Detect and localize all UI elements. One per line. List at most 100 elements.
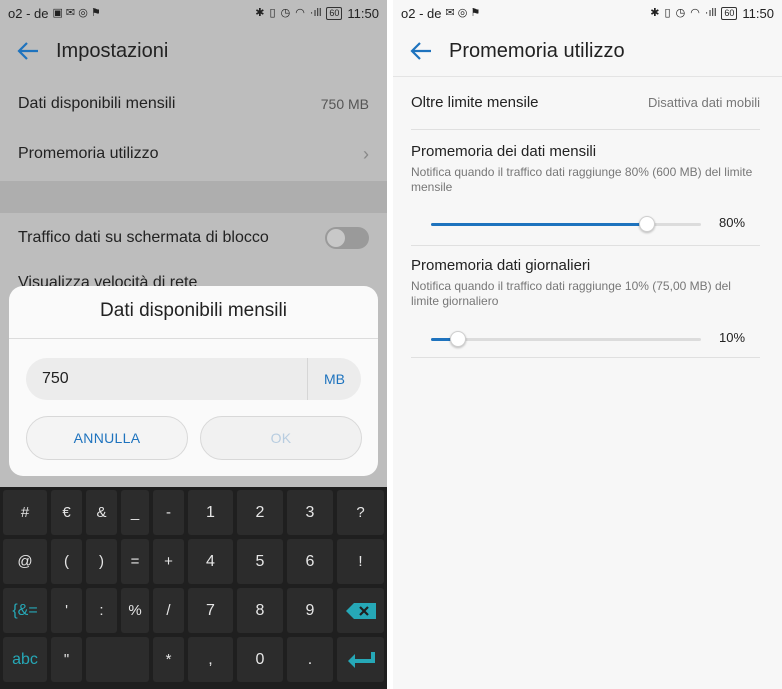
- key-5[interactable]: 5: [237, 539, 283, 584]
- signal-icon: ·ıll: [309, 6, 322, 19]
- key-4[interactable]: 4: [188, 539, 233, 584]
- key-3[interactable]: 3: [287, 490, 333, 535]
- bluetooth-icon: ✱: [255, 6, 265, 19]
- key-question[interactable]: ?: [337, 490, 384, 535]
- key-percent[interactable]: %: [121, 588, 149, 633]
- wifi-icon: ◠: [690, 6, 700, 19]
- key-hash[interactable]: #: [3, 490, 47, 535]
- daily-reminder-percent: 10%: [719, 330, 746, 345]
- key-equals[interactable]: =: [121, 539, 149, 584]
- monthly-data-label: Dati disponibili mensili: [18, 95, 176, 112]
- key-7[interactable]: 7: [188, 588, 233, 633]
- data-unit-selector[interactable]: MB: [307, 358, 361, 400]
- daily-reminder-slider[interactable]: [431, 331, 701, 347]
- alarm-icon: ◷: [675, 6, 686, 19]
- daily-reminder-section: Promemoria dati giornalieri Notifica qua…: [411, 257, 760, 309]
- key-at[interactable]: @: [3, 539, 47, 584]
- notification-icons: ▣ ✉ ◎ ⚑: [52, 6, 101, 19]
- data-amount-input[interactable]: 750 MB: [26, 358, 361, 400]
- backspace-key[interactable]: [337, 588, 384, 633]
- data-amount-value: 750: [42, 370, 69, 387]
- toggle-knob: [327, 229, 345, 247]
- key-euro[interactable]: €: [51, 490, 82, 535]
- daily-reminder-title: Promemoria dati giornalieri: [411, 257, 591, 274]
- key-minus[interactable]: -: [153, 490, 184, 535]
- back-arrow-icon: [17, 42, 38, 60]
- key-paren-close[interactable]: ): [86, 539, 117, 584]
- monthly-data-value: 750 MB: [320, 96, 369, 112]
- over-limit-value: Disattiva dati mobili: [648, 95, 760, 110]
- over-limit-label: Oltre limite mensile: [411, 94, 539, 111]
- row-divider: [411, 245, 760, 246]
- back-button[interactable]: [0, 41, 56, 61]
- vibrate-icon: ▯: [664, 6, 671, 19]
- wifi-icon: ◠: [295, 6, 305, 19]
- row-divider: [411, 357, 760, 358]
- slider-thumb[interactable]: [450, 331, 466, 347]
- usage-reminder-label: Promemoria utilizzo: [18, 145, 159, 162]
- key-comma[interactable]: ,: [188, 637, 233, 682]
- settings-screen: o2 - de ▣ ✉ ◎ ⚑ ✱ ▯ ◷ ◠ ·ıll 60 11:50 Im…: [0, 0, 387, 689]
- page-title: Impostazioni: [56, 39, 169, 62]
- key-symbols-toggle[interactable]: {&=: [3, 588, 47, 633]
- monthly-reminder-slider[interactable]: [431, 216, 701, 232]
- dialog-divider: [9, 338, 378, 339]
- appbar-divider: [393, 76, 782, 77]
- symbol-keyboard: # € & _ - 1 2 3 ? @ ( ) = + 4 5 6 ! {&= …: [0, 487, 387, 689]
- monthly-reminder-percent: 80%: [719, 215, 746, 230]
- screenshot-root: o2 - de ▣ ✉ ◎ ⚑ ✱ ▯ ◷ ◠ ·ıll 60 11:50 Im…: [0, 0, 782, 689]
- key-plus[interactable]: +: [153, 539, 184, 584]
- over-limit-row[interactable]: Oltre limite mensile Disattiva dati mobi…: [411, 94, 760, 111]
- back-arrow-icon: [410, 42, 431, 60]
- clock: 11:50: [742, 5, 774, 21]
- battery-icon: 60: [326, 6, 343, 20]
- key-0[interactable]: 0: [237, 637, 283, 682]
- lockscreen-traffic-row[interactable]: Traffico dati su schermata di blocco: [0, 213, 387, 263]
- key-colon[interactable]: :: [86, 588, 117, 633]
- carrier-label: o2 - de: [8, 5, 49, 21]
- app-bar: Impostazioni: [0, 26, 387, 76]
- lockscreen-traffic-toggle[interactable]: [325, 227, 369, 249]
- key-9[interactable]: 9: [287, 588, 333, 633]
- usage-reminder-screen: o2 - de ✉ ◎ ⚑ ✱ ▯ ◷ ◠ ·ıll 60 11:50 Prom…: [393, 0, 782, 689]
- battery-icon: 60: [721, 6, 738, 20]
- key-abc[interactable]: abc: [3, 637, 47, 682]
- key-ampersand[interactable]: &: [86, 490, 117, 535]
- usage-reminder-row[interactable]: Promemoria utilizzo ›: [0, 129, 387, 179]
- slider-fill: [431, 223, 647, 226]
- slider-track: [431, 338, 701, 341]
- app-bar: Promemoria utilizzo: [393, 26, 782, 76]
- monthly-reminder-desc: Notifica quando il traffico dati raggiun…: [411, 165, 753, 194]
- ok-button[interactable]: OK: [200, 416, 362, 460]
- key-asterisk[interactable]: *: [153, 637, 184, 682]
- dialog-title: Dati disponibili mensili: [100, 300, 287, 321]
- back-button[interactable]: [393, 41, 449, 61]
- key-quote[interactable]: ": [51, 637, 82, 682]
- key-2[interactable]: 2: [237, 490, 283, 535]
- lockscreen-traffic-label: Traffico dati su schermata di blocco: [18, 229, 269, 246]
- key-1[interactable]: 1: [188, 490, 233, 535]
- slider-thumb[interactable]: [639, 216, 655, 232]
- key-paren-open[interactable]: (: [51, 539, 82, 584]
- cancel-button[interactable]: ANNULLA: [26, 416, 188, 460]
- space-key[interactable]: [86, 637, 149, 682]
- monthly-data-row[interactable]: Dati disponibili mensili 750 MB: [0, 79, 387, 129]
- monthly-reminder-section: Promemoria dei dati mensili Notifica qua…: [411, 143, 760, 195]
- monthly-data-dialog: Dati disponibili mensili 750 MB ANNULLA …: [9, 286, 378, 476]
- notification-icons: ✉ ◎ ⚑: [445, 6, 481, 19]
- key-period[interactable]: .: [287, 637, 333, 682]
- key-6[interactable]: 6: [287, 539, 333, 584]
- key-apostrophe[interactable]: ': [51, 588, 82, 633]
- daily-reminder-desc: Notifica quando il traffico dati raggiun…: [411, 279, 731, 308]
- row-divider: [411, 129, 760, 130]
- bluetooth-icon: ✱: [650, 6, 660, 19]
- chevron-right-icon: ›: [363, 143, 369, 164]
- page-title: Promemoria utilizzo: [449, 39, 625, 62]
- key-underscore[interactable]: _: [121, 490, 149, 535]
- key-slash[interactable]: /: [153, 588, 184, 633]
- status-bar: o2 - de ✉ ◎ ⚑ ✱ ▯ ◷ ◠ ·ıll 60 11:50: [393, 0, 782, 26]
- key-exclamation[interactable]: !: [337, 539, 384, 584]
- key-8[interactable]: 8: [237, 588, 283, 633]
- enter-key[interactable]: [337, 637, 384, 682]
- section-divider: [0, 181, 387, 213]
